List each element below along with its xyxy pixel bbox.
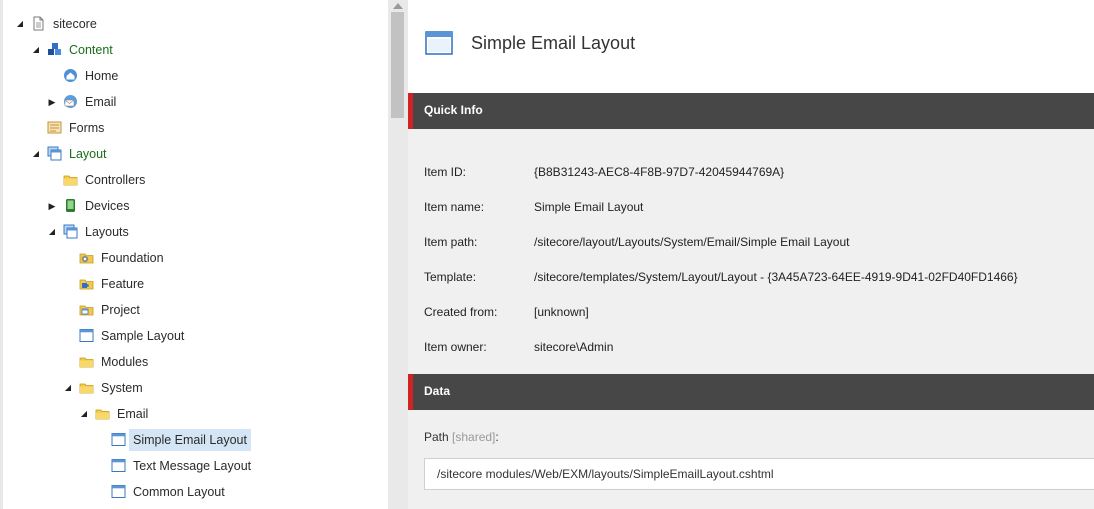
folder-icon xyxy=(63,172,78,187)
collapse-arrow-icon[interactable]: ◢ xyxy=(15,13,25,35)
folder-icon xyxy=(79,354,94,369)
section-title: Quick Info xyxy=(424,103,483,117)
content-cubes-icon xyxy=(47,42,62,57)
tree-node[interactable]: ◢ Content xyxy=(3,39,383,61)
tree-node-label[interactable]: Layout xyxy=(65,143,111,165)
tree-node-label[interactable]: Home xyxy=(81,65,122,87)
folder-icon xyxy=(79,380,94,395)
tree-node[interactable]: ◢ Email xyxy=(3,403,383,425)
tree-node[interactable]: Feature xyxy=(3,273,383,295)
tree-node[interactable]: ◢ Layout xyxy=(3,143,383,165)
tree-node-label[interactable]: Feature xyxy=(97,273,148,295)
tree-scrollbar[interactable] xyxy=(388,0,408,509)
window-icon xyxy=(111,458,126,473)
tree-node-label[interactable]: Modules xyxy=(97,351,152,373)
window-icon xyxy=(425,31,453,55)
quick-info-label: Item path: xyxy=(424,235,478,249)
quick-info-value: /sitecore/templates/System/Layout/Layout… xyxy=(534,270,1018,284)
tree-node[interactable]: Foundation xyxy=(3,247,383,269)
expand-arrow-icon[interactable]: ▶ xyxy=(47,91,57,113)
quick-info-label: Item name: xyxy=(424,200,485,214)
tree-node[interactable]: ▶ Email xyxy=(3,91,383,113)
quick-info-value: /sitecore/layout/Layouts/System/Email/Si… xyxy=(534,235,850,249)
quick-info-label: Item owner: xyxy=(424,340,487,354)
item-header: Simple Email Layout xyxy=(408,0,1094,93)
tree-node[interactable]: Simple Email Layout xyxy=(3,429,383,451)
path-label-colon: : xyxy=(495,430,499,444)
section-title: Data xyxy=(424,384,451,398)
tree-node[interactable]: Modules xyxy=(3,351,383,373)
path-label-text: Path xyxy=(424,430,449,444)
folder-icon xyxy=(95,406,110,421)
collapse-arrow-icon[interactable]: ◢ xyxy=(79,403,89,425)
quick-info-value: {B8B31243-AEC8-4F8B-97D7-42045944769A} xyxy=(534,165,785,179)
tree-node-label[interactable]: Foundation xyxy=(97,247,168,269)
path-input[interactable]: /sitecore modules/Web/EXM/layouts/Simple… xyxy=(424,458,1094,490)
data-section-header[interactable]: Data xyxy=(408,374,1094,410)
collapse-arrow-icon[interactable]: ◢ xyxy=(47,221,57,243)
forms-icon xyxy=(47,120,62,135)
collapse-arrow-icon[interactable]: ◢ xyxy=(63,377,73,399)
folder-layout-icon xyxy=(79,302,94,317)
tree-node[interactable]: Home xyxy=(3,65,383,87)
window-icon xyxy=(111,484,126,499)
tree-node-label[interactable]: Content xyxy=(65,39,117,61)
window-icon xyxy=(111,432,126,447)
window-icon xyxy=(79,328,94,343)
tree-node[interactable]: Sample Layout xyxy=(3,325,383,347)
tree-node-label[interactable]: Common Layout xyxy=(129,481,229,503)
tree-node-label[interactable]: Layouts xyxy=(81,221,133,243)
content-tree: ◢ sitecore ◢ Content Home ▶ Email Forms ◢ Layout C… xyxy=(0,0,388,509)
tree-node-label[interactable]: Controllers xyxy=(81,169,149,191)
quick-info-value: sitecore\Admin xyxy=(534,340,614,354)
tree-node[interactable]: ◢ System xyxy=(3,377,383,399)
quick-info-label: Template: xyxy=(424,270,477,284)
layout-icon xyxy=(47,146,62,161)
email-globe-icon xyxy=(63,94,78,109)
tree-node-label[interactable]: Devices xyxy=(81,195,133,217)
layout-icon xyxy=(63,224,78,239)
document-icon xyxy=(31,16,46,31)
tree-node-label[interactable]: sitecore xyxy=(49,13,101,35)
collapse-arrow-icon[interactable]: ◢ xyxy=(31,39,41,61)
quick-info-value: Simple Email Layout xyxy=(534,200,644,214)
scroll-thumb[interactable] xyxy=(391,12,404,118)
folder-puzzle-icon xyxy=(79,276,94,291)
tree-node-label[interactable]: Email xyxy=(113,403,152,425)
quick-info-value: [unknown] xyxy=(534,305,589,319)
tree-node[interactable]: Common Layout xyxy=(3,481,383,503)
tree-node[interactable]: Text Message Layout xyxy=(3,455,383,477)
tree-node[interactable]: ▶ Devices xyxy=(3,195,383,217)
folder-gear-icon xyxy=(79,250,94,265)
device-icon xyxy=(63,198,78,213)
expand-arrow-icon[interactable]: ▶ xyxy=(47,195,57,217)
collapse-arrow-icon[interactable]: ◢ xyxy=(31,143,41,165)
tree-node[interactable]: ◢ Layouts xyxy=(3,221,383,243)
tree-node-label[interactable]: System xyxy=(97,377,147,399)
tree-node-label[interactable]: Text Message Layout xyxy=(129,455,255,477)
tree-node-label[interactable]: Forms xyxy=(65,117,108,139)
home-icon xyxy=(63,68,78,83)
tree-node[interactable]: Project xyxy=(3,299,383,321)
tree-node-label[interactable]: Sample Layout xyxy=(97,325,188,347)
path-field-label: Path [shared]: xyxy=(424,430,499,444)
tree-node[interactable]: Forms xyxy=(3,117,383,139)
content-editor: Simple Email Layout Quick Info Item ID: {… xyxy=(408,0,1094,509)
tree-node-label[interactable]: Email xyxy=(81,91,120,113)
quick-info-section-header[interactable]: Quick Info xyxy=(408,93,1094,129)
page-title: Simple Email Layout xyxy=(471,33,636,53)
tree-node-label[interactable]: Simple Email Layout xyxy=(129,429,251,451)
quick-info-label: Item ID: xyxy=(424,165,467,179)
quick-info-label: Created from: xyxy=(424,305,498,319)
shared-tag: [shared] xyxy=(452,430,496,444)
tree-node[interactable]: Controllers xyxy=(3,169,383,191)
scroll-up-arrow-icon[interactable] xyxy=(393,3,403,9)
tree-node-label[interactable]: Project xyxy=(97,299,144,321)
tree-node[interactable]: ◢ sitecore xyxy=(3,13,383,35)
